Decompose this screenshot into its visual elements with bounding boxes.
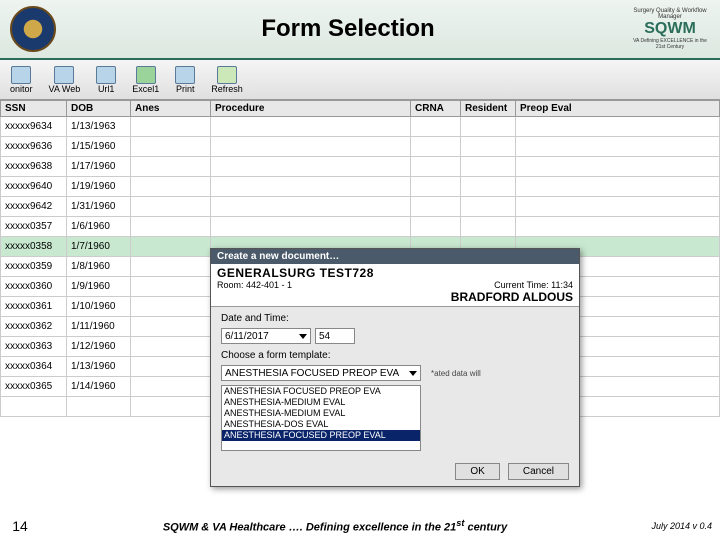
slide-footer: 14 SQWM & VA Healthcare …. Defining exce… xyxy=(0,518,720,534)
time-field[interactable]: 54 xyxy=(315,328,355,344)
slide-header: Form Selection Surgery Quality & Workflo… xyxy=(0,0,720,60)
table-row[interactable]: xxxxx96381/17/1960 xyxy=(1,157,720,177)
template-select[interactable]: ANESTHESIA FOCUSED PREOP EVA xyxy=(221,365,421,381)
provider-name: BRADFORD ALDOUS xyxy=(217,290,573,304)
list-item[interactable]: ANESTHESIA-MEDIUM EVAL xyxy=(222,397,420,408)
table-row[interactable]: xxxxx96341/13/1963 xyxy=(1,117,720,137)
note-text: *ated data will xyxy=(431,369,481,378)
toolbar-monitor-button[interactable]: onitor xyxy=(6,64,37,96)
list-item[interactable]: ANESTHESIA-MEDIUM EVAL xyxy=(222,408,420,419)
choose-template-label: Choose a form template: xyxy=(221,350,569,361)
chevron-down-icon xyxy=(409,371,417,376)
list-item[interactable]: ANESTHESIA FOCUSED PREOP EVAL xyxy=(222,430,420,441)
toolbar-print-button[interactable]: Print xyxy=(171,64,199,96)
va-seal-icon xyxy=(10,6,56,52)
link-icon xyxy=(96,66,116,84)
toolbar-refresh-button[interactable]: Refresh xyxy=(207,64,247,96)
dialog-header: GENERALSURG TEST728 Room: 442-401 - 1 Cu… xyxy=(211,264,579,307)
dialog-titlebar[interactable]: Create a new document… xyxy=(211,249,579,264)
patient-name: GENERALSURG TEST728 xyxy=(217,266,573,280)
sqwm-logo: Surgery Quality & Workflow Manager SQWM … xyxy=(630,6,710,52)
create-document-dialog: Create a new document… GENERALSURG TEST7… xyxy=(210,248,580,487)
cancel-button[interactable]: Cancel xyxy=(508,463,569,480)
footer-date: July 2014 v 0.4 xyxy=(630,521,720,531)
toolbar-url1-button[interactable]: Url1 xyxy=(92,64,120,96)
date-time-label: Date and Time: xyxy=(221,313,569,324)
table-row[interactable]: xxxxx96401/19/1960 xyxy=(1,177,720,197)
footer-text: SQWM & VA Healthcare …. Defining excelle… xyxy=(40,518,630,534)
toolbar-vaweb-button[interactable]: VA Web xyxy=(45,64,85,96)
table-row[interactable]: xxxxx96421/31/1960 xyxy=(1,197,720,217)
current-time: 11:34 xyxy=(551,280,573,290)
globe-icon xyxy=(54,66,74,84)
app-toolbar: onitor VA Web Url1 Excel1 Print Refresh xyxy=(0,60,720,100)
list-item[interactable]: ANESTHESIA FOCUSED PREOP EVA xyxy=(222,386,420,397)
room-value: 442-401 - 1 xyxy=(246,280,292,290)
excel-icon xyxy=(136,66,156,84)
template-listbox[interactable]: ANESTHESIA FOCUSED PREOP EVAANESTHESIA-M… xyxy=(221,385,421,451)
grid-header-row: SSN DOB Anes Procedure CRNA Resident Pre… xyxy=(1,101,720,117)
table-row[interactable]: xxxxx03571/6/1960 xyxy=(1,217,720,237)
monitor-icon xyxy=(11,66,31,84)
chevron-down-icon xyxy=(299,334,307,339)
table-row[interactable]: xxxxx96361/15/1960 xyxy=(1,137,720,157)
page-title: Form Selection xyxy=(66,15,630,43)
date-field[interactable]: 6/11/2017 xyxy=(221,328,311,344)
list-item[interactable]: ANESTHESIA-DOS EVAL xyxy=(222,419,420,430)
refresh-icon xyxy=(217,66,237,84)
page-number: 14 xyxy=(0,518,40,534)
print-icon xyxy=(175,66,195,84)
toolbar-excel-button[interactable]: Excel1 xyxy=(128,64,163,96)
ok-button[interactable]: OK xyxy=(455,463,499,480)
